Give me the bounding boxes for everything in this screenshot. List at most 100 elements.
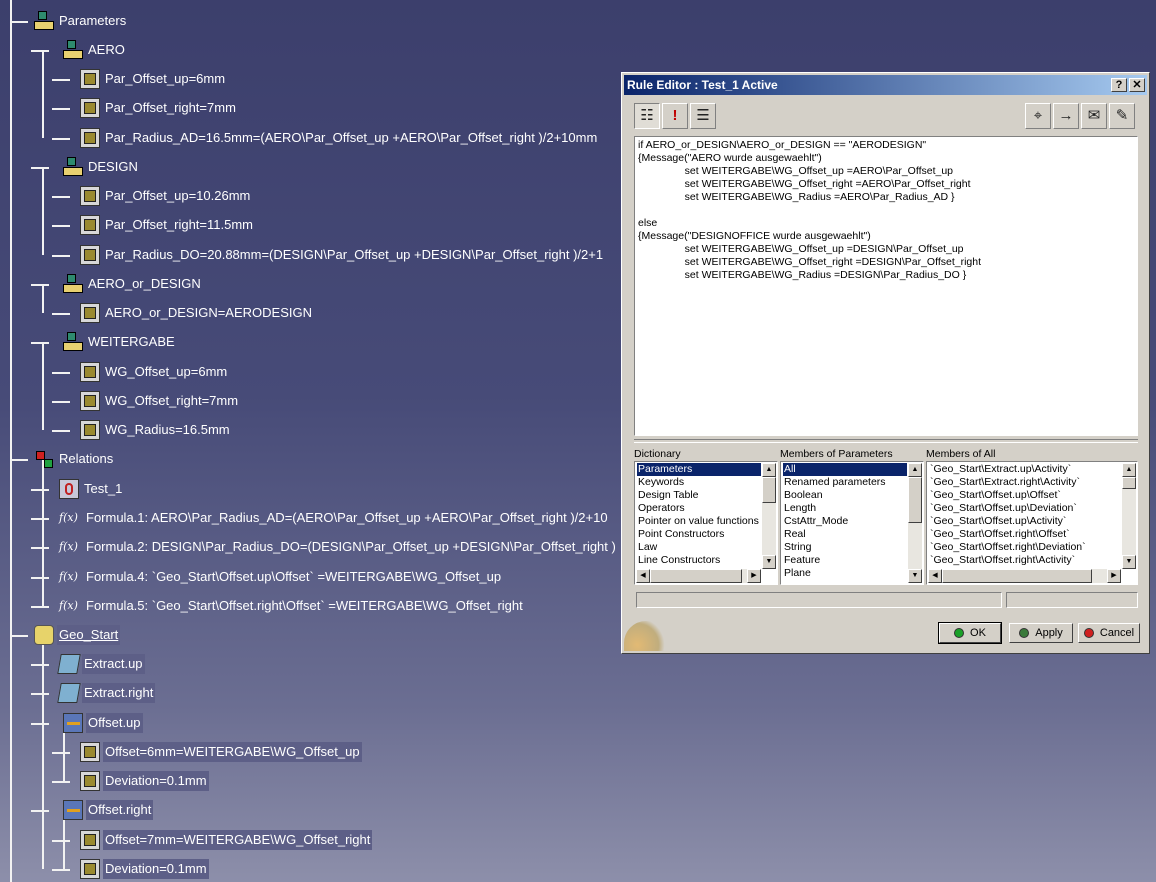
list-item[interactable]: Parameters: [637, 463, 761, 476]
list-item[interactable]: Real: [783, 528, 907, 541]
close-button[interactable]: ✕: [1129, 78, 1145, 92]
tree-node-aero-offset-right[interactable]: Par_Offset_right=7mm: [80, 97, 238, 119]
members-parameters-list[interactable]: All Renamed parameters Boolean Length CstAtt…: [780, 461, 924, 585]
collapse-icon[interactable]: [13, 455, 25, 465]
list-item[interactable]: `Geo_Start\Offset.up\Activity`: [929, 515, 1121, 528]
tree-node-design-offset-right[interactable]: Par_Offset_right=11.5mm: [80, 214, 255, 236]
collapse-icon[interactable]: [13, 17, 25, 27]
collapse-icon[interactable]: [13, 631, 25, 641]
tree-node-wg-offset-up[interactable]: WG_Offset_up=6mm: [80, 361, 229, 383]
list-item[interactable]: All: [783, 463, 907, 476]
tree-node-formula2[interactable]: f(x) Formula.2: DESIGN\Par_Radius_DO=(DES…: [59, 536, 618, 558]
tree-node-test1[interactable]: Test_1: [59, 478, 124, 500]
tree-node-design[interactable]: DESIGN: [63, 156, 140, 178]
collapse-icon[interactable]: [34, 806, 46, 816]
tree-node-weitergabe[interactable]: WEITERGABE: [63, 331, 177, 353]
tree-node-extract-up[interactable]: Extract.up: [57, 653, 145, 675]
list-item[interactable]: Point Constructors: [637, 528, 761, 541]
tree-node-relations[interactable]: Relations: [34, 448, 115, 470]
scroll-up-icon[interactable]: ▲: [762, 463, 776, 477]
tree-node-offset-up-deviation[interactable]: Deviation=0.1mm: [80, 770, 209, 792]
list-item[interactable]: CstAttr_Mode: [783, 515, 907, 528]
scroll-right-icon[interactable]: ▶: [1107, 569, 1121, 583]
tree-node-design-offset-up[interactable]: Par_Offset_up=10.26mm: [80, 185, 252, 207]
splitter[interactable]: [634, 439, 1138, 443]
tree-node-formula4[interactable]: f(x) Formula.4: `Geo_Start\Offset.up\Offs…: [59, 566, 503, 588]
list-item[interactable]: String: [783, 541, 907, 554]
members-all-list[interactable]: `Geo_Start\Extract.up\Activity` `Geo_Star…: [926, 461, 1138, 585]
collapse-icon[interactable]: [34, 338, 46, 348]
scroll-right-icon[interactable]: ▶: [747, 569, 761, 583]
rule-code-editor[interactable]: if AERO_or_DESIGN\AERO_or_DESIGN == "AER…: [634, 136, 1138, 436]
tree-node-aero[interactable]: AERO: [63, 39, 127, 61]
list-item[interactable]: `Geo_Start\Offset.right\Activity`: [929, 554, 1121, 567]
scroll-thumb[interactable]: [908, 477, 922, 523]
exclamation-icon[interactable]: !: [662, 103, 688, 129]
tree-node-wg-offset-right[interactable]: WG_Offset_right=7mm: [80, 390, 240, 412]
list-item[interactable]: `Geo_Start\Extract.up\Activity`: [929, 463, 1121, 476]
list-item[interactable]: Law: [637, 541, 761, 554]
apply-button[interactable]: Apply: [1009, 623, 1073, 643]
collapse-icon[interactable]: [34, 280, 46, 290]
tree-node-formula1[interactable]: f(x) Formula.1: AERO\Par_Radius_AD=(AERO\…: [59, 507, 610, 529]
ok-button[interactable]: OK: [938, 622, 1002, 644]
list-item[interactable]: Line Constructors: [637, 554, 761, 567]
list-item[interactable]: Renamed parameters: [783, 476, 907, 489]
list-item[interactable]: `Geo_Start\Offset.right\Deviation`: [929, 541, 1121, 554]
scroll-thumb[interactable]: [942, 569, 1092, 583]
tree-node-offset-right-offset[interactable]: Offset=7mm=WEITERGABE\WG_Offset_right: [80, 829, 373, 851]
cancel-button[interactable]: Cancel: [1078, 623, 1140, 643]
tree-node-geo-start[interactable]: Geo_Start: [34, 624, 121, 646]
tree-node-aero-or-design[interactable]: AERO_or_DESIGN: [63, 273, 203, 295]
tree-node-parameters[interactable]: Parameters: [34, 10, 128, 32]
indent-icon[interactable]: ☰: [690, 103, 716, 129]
dictionary-hscroll[interactable]: ◀ ▶: [636, 569, 761, 583]
tree-node-aero-radius[interactable]: Par_Radius_AD=16.5mm=(AERO\Par_Offset_up…: [80, 127, 599, 149]
members-parameters-vscroll[interactable]: ▲ ▼: [908, 463, 922, 583]
tree-node-design-radius[interactable]: Par_Radius_DO=20.88mm=(DESIGN\Par_Offset…: [80, 244, 605, 266]
tree-node-aero-offset-up[interactable]: Par_Offset_up=6mm: [80, 68, 227, 90]
scroll-down-icon[interactable]: ▼: [762, 555, 776, 569]
tree-node-offset-up-offset[interactable]: Offset=6mm=WEITERGABE\WG_Offset_up: [80, 741, 362, 763]
tree-node-offset-right[interactable]: Offset.right: [63, 799, 154, 821]
collapse-icon[interactable]: [34, 46, 46, 56]
dictionary-vscroll[interactable]: ▲ ▼: [762, 463, 776, 569]
tree-node-offset-right-deviation[interactable]: Deviation=0.1mm: [80, 858, 209, 880]
goto-error-icon[interactable]: →: [1053, 103, 1079, 129]
tree-node-formula5[interactable]: f(x) Formula.5: `Geo_Start\Offset.right\O…: [59, 595, 525, 617]
scroll-thumb[interactable]: [1122, 477, 1136, 489]
tree-view-icon[interactable]: ☷: [634, 103, 660, 129]
list-item[interactable]: Design Table: [637, 489, 761, 502]
list-item[interactable]: Boolean: [783, 489, 907, 502]
help-button[interactable]: ?: [1111, 78, 1127, 92]
scroll-down-icon[interactable]: ▼: [908, 569, 922, 583]
list-item[interactable]: Pointer on value functions: [637, 515, 761, 528]
scroll-down-icon[interactable]: ▼: [1122, 555, 1136, 569]
list-item[interactable]: Keywords: [637, 476, 761, 489]
scroll-up-icon[interactable]: ▲: [1122, 463, 1136, 477]
list-item[interactable]: Feature: [783, 554, 907, 567]
search-tool-icon[interactable]: ⌖: [1025, 103, 1051, 129]
collapse-icon[interactable]: [34, 719, 46, 729]
members-all-hscroll[interactable]: ◀ ▶: [928, 569, 1121, 583]
eraser-icon[interactable]: ✎: [1109, 103, 1135, 129]
list-item[interactable]: Operators: [637, 502, 761, 515]
list-item[interactable]: `Geo_Start\Extract.right\Activity`: [929, 476, 1121, 489]
scroll-left-icon[interactable]: ◀: [928, 569, 942, 583]
scroll-up-icon[interactable]: ▲: [908, 463, 922, 477]
dictionary-list[interactable]: Parameters Keywords Design Table Operators P…: [634, 461, 778, 585]
tree-node-extract-right[interactable]: Extract.right: [57, 682, 156, 704]
comment-icon[interactable]: ✉: [1081, 103, 1107, 129]
members-all-vscroll[interactable]: ▲ ▼: [1122, 463, 1136, 569]
list-item[interactable]: Plane: [783, 567, 907, 580]
scroll-left-icon[interactable]: ◀: [636, 569, 650, 583]
scroll-thumb[interactable]: [650, 569, 742, 583]
tree-node-aero-or-design-value[interactable]: AERO_or_DESIGN=AERODESIGN: [80, 302, 314, 324]
tree-node-wg-radius[interactable]: WG_Radius=16.5mm: [80, 419, 232, 441]
dialog-titlebar[interactable]: Rule Editor : Test_1 Active ? ✕: [624, 75, 1147, 95]
list-item[interactable]: `Geo_Start\Offset.up\Offset`: [929, 489, 1121, 502]
list-item[interactable]: Length: [783, 502, 907, 515]
scroll-thumb[interactable]: [762, 477, 776, 503]
list-item[interactable]: `Geo_Start\Offset.up\Deviation`: [929, 502, 1121, 515]
collapse-icon[interactable]: [34, 163, 46, 173]
